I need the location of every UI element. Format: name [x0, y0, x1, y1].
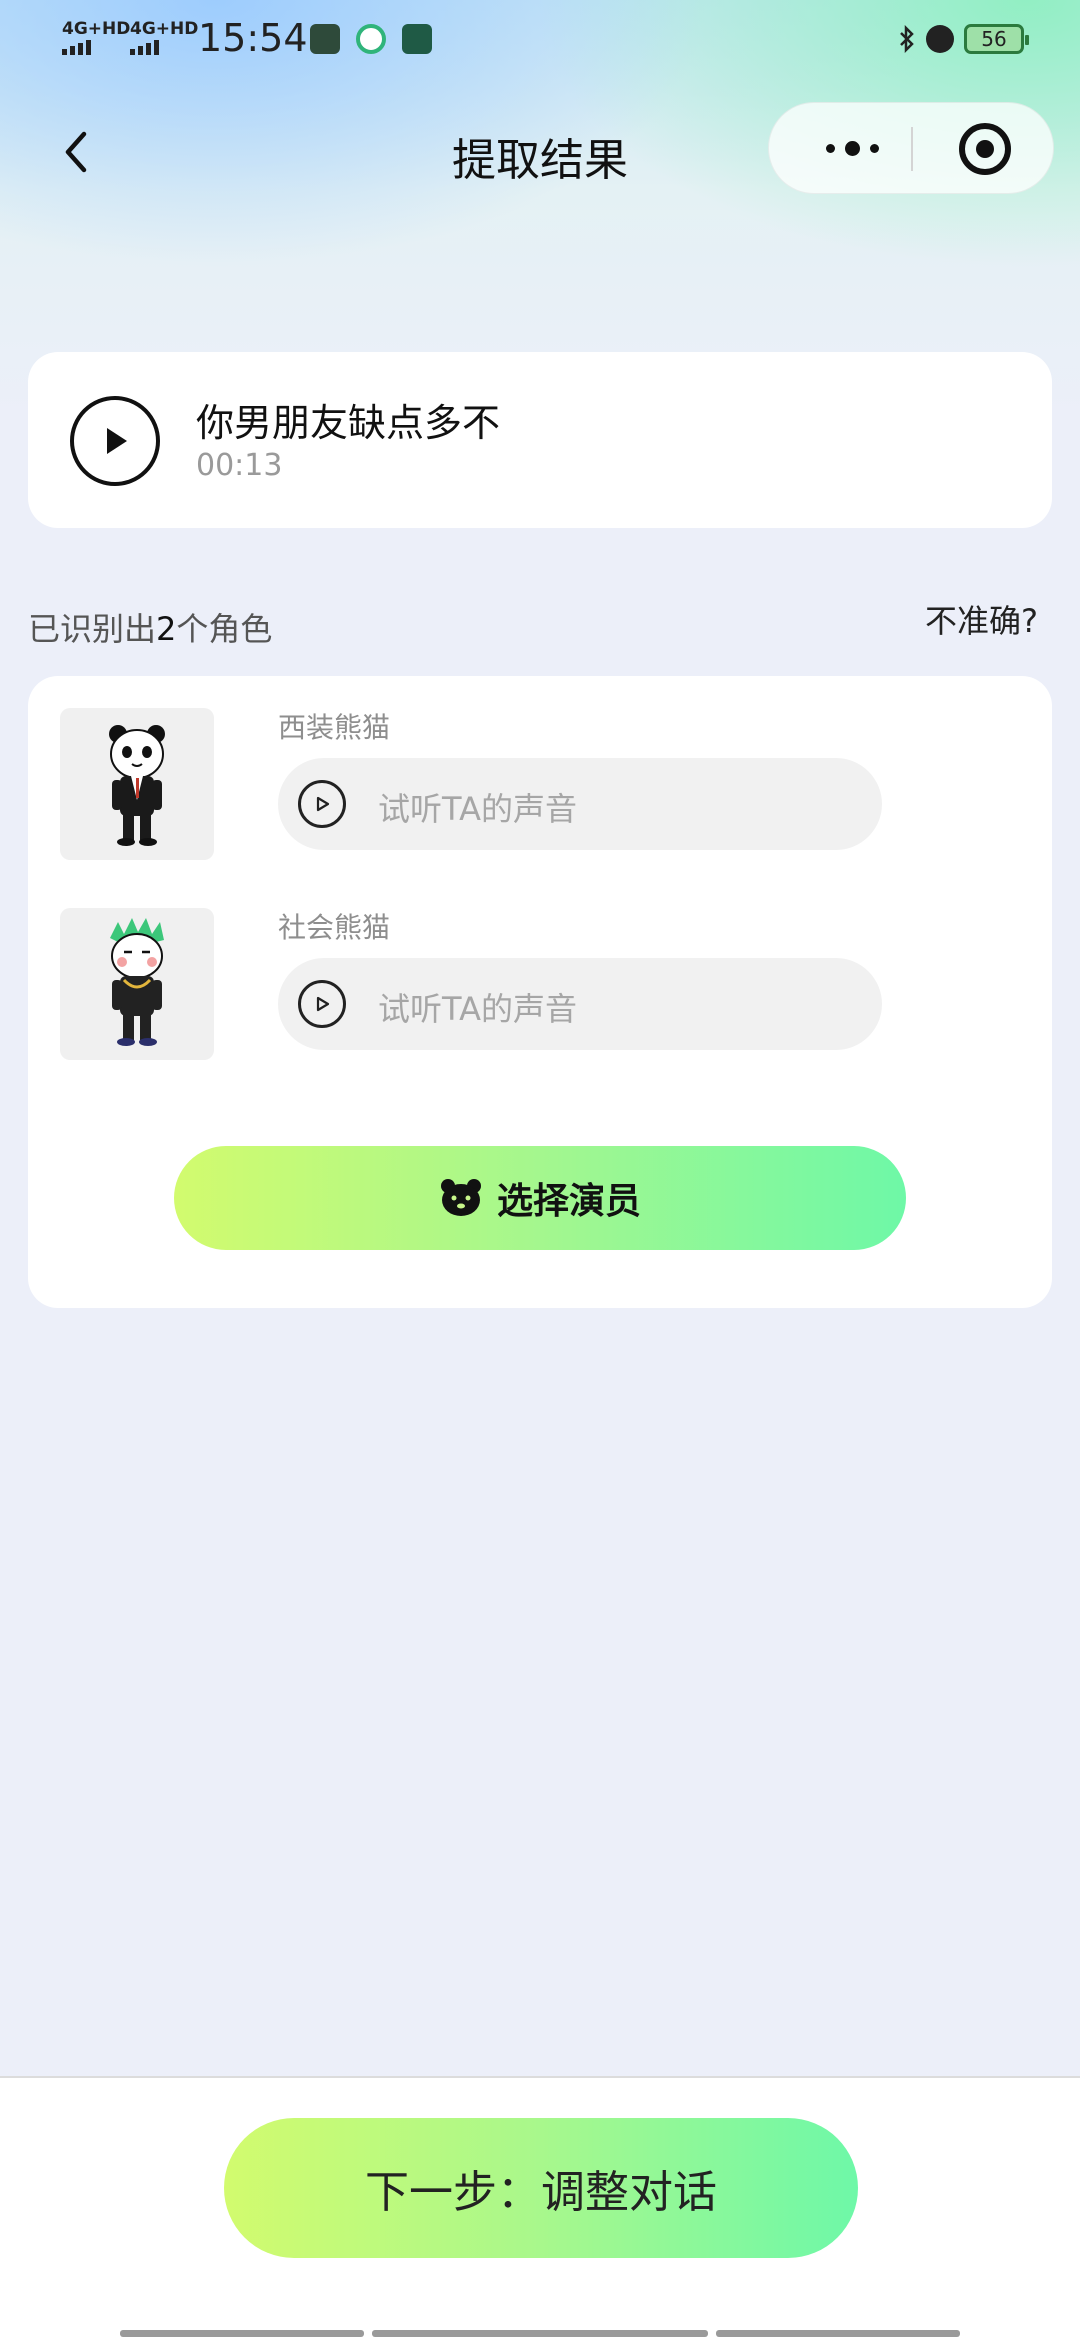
play-circle-icon: [298, 780, 346, 828]
roles-card: 西装熊猫 试听TA的声音 社会熊猫 试听TA的声音 选择演员: [28, 676, 1052, 1308]
dot-icon: [825, 143, 835, 153]
listen-voice-button[interactable]: 试听TA的声音: [278, 758, 882, 850]
role-item: 社会熊猫 试听TA的声音: [60, 908, 1020, 1064]
chevron-left-icon: [65, 131, 87, 173]
bottom-bar: 下一步：调整对话: [0, 2076, 1080, 2340]
bear-face-icon: [440, 1179, 481, 1216]
gesture-bar-segment: [120, 2330, 364, 2337]
dot-icon: [844, 140, 860, 156]
play-icon: [316, 996, 330, 1012]
app-notification-icon: [310, 24, 340, 54]
more-options-button[interactable]: [807, 123, 897, 173]
recognized-suffix: 个角色: [176, 610, 273, 648]
system-status: 56: [898, 24, 1029, 54]
recognized-roles-text: 已识别出2个角色: [28, 604, 272, 650]
alarm-icon: [926, 25, 954, 53]
listen-voice-label: 试听TA的声音: [378, 790, 577, 828]
listen-voice-label: 试听TA的声音: [378, 990, 577, 1028]
bluetooth-icon: [900, 25, 914, 53]
play-icon: [316, 796, 330, 812]
audio-duration: 00:13: [196, 448, 283, 483]
choose-actor-label: 选择演员: [496, 1181, 641, 1222]
avatar: [60, 708, 214, 860]
signal-2-label: 4G+HD: [130, 19, 199, 39]
mini-program-capsule: [768, 102, 1054, 194]
signal-bars-icon: [130, 40, 198, 55]
role-name: 社会熊猫: [278, 911, 391, 944]
role-name: 西装熊猫: [278, 711, 391, 744]
avatar: [60, 908, 214, 1060]
signal-indicator-1: 4G+HD: [62, 20, 130, 55]
signal-1-label: 4G+HD: [62, 19, 131, 39]
street-panda-avatar: [110, 918, 164, 1046]
signal-indicator-2: 4G+HD: [130, 20, 198, 55]
close-mini-program-button[interactable]: [959, 123, 1011, 175]
audio-card: 你男朋友缺点多不 00:13: [28, 352, 1052, 528]
suit-panda-avatar: [109, 725, 165, 846]
inaccurate-link[interactable]: 不准确?: [925, 596, 1038, 642]
recognized-count: 2: [156, 610, 177, 648]
next-step-button[interactable]: 下一步：调整对话: [224, 2118, 858, 2258]
play-circle-icon: [298, 980, 346, 1028]
recognized-prefix: 已识别出: [28, 610, 157, 648]
gesture-bar-segment: [716, 2330, 960, 2337]
gesture-bar-segment: [372, 2330, 708, 2337]
listen-voice-button[interactable]: 试听TA的声音: [278, 958, 882, 1050]
status-bar: 4G+HD 4G+HD 15:54 56: [0, 0, 1080, 84]
audio-title: 你男朋友缺点多不: [196, 401, 501, 445]
battery-icon: 56: [964, 24, 1029, 54]
back-button[interactable]: [56, 124, 96, 180]
choose-actor-button[interactable]: 选择演员: [174, 1146, 906, 1250]
play-icon: [107, 428, 127, 454]
signal-bars-icon: [62, 40, 130, 55]
battery-level: 56: [981, 27, 1007, 51]
message-notification-icon: [402, 24, 432, 54]
sync-notification-icon: [356, 24, 386, 54]
dot-icon: [869, 143, 879, 153]
role-item: 西装熊猫 试听TA的声音: [60, 708, 1020, 864]
capsule-divider: [911, 127, 913, 171]
target-icon: [976, 140, 994, 158]
audio-play-button[interactable]: [70, 396, 160, 486]
status-time: 15:54: [198, 16, 308, 60]
